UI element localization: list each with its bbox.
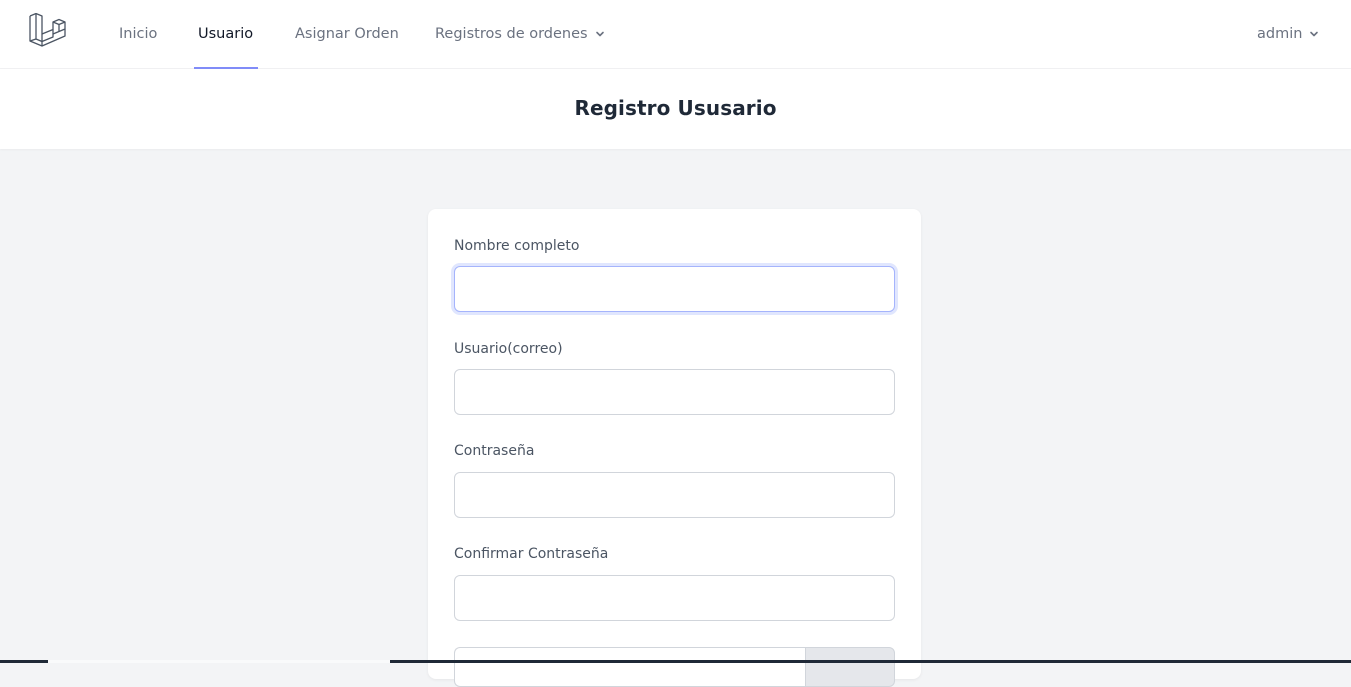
confirm-password-input[interactable] (454, 575, 895, 621)
partial-select-field[interactable] (454, 647, 805, 687)
register-form-card: Nombre completo Usuario(correo) Contrase… (428, 209, 921, 687)
nav-link-asignar-orden[interactable]: Asignar Orden (295, 0, 399, 69)
full-name-label: Nombre completo (454, 238, 580, 254)
confirm-password-label: Confirmar Contraseña (454, 546, 609, 562)
nav-dropdown-registros-label: Registros de ordenes (435, 26, 588, 42)
nav-link-inicio[interactable]: Inicio (119, 0, 157, 69)
nav-dropdown-registros[interactable]: Registros de ordenes (435, 0, 605, 69)
email-label: Usuario(correo) (454, 341, 563, 357)
email-input[interactable] (454, 369, 895, 415)
chevron-down-icon (1310, 31, 1319, 37)
nav-link-usuario[interactable]: Usuario (193, 0, 259, 69)
full-name-input[interactable] (454, 266, 895, 312)
page-title: Registro Ususario (574, 96, 777, 120)
partial-addon-button[interactable] (805, 647, 895, 687)
laravel-logo-icon[interactable] (29, 12, 70, 53)
page-header: Registro Ususario (0, 69, 1351, 149)
chevron-down-icon (595, 31, 604, 37)
password-input[interactable] (454, 472, 895, 518)
user-menu-label: admin (1257, 26, 1303, 42)
top-navbar: Inicio Usuario Asignar Orden Registros d… (0, 0, 1351, 69)
password-label: Contraseña (454, 443, 535, 459)
user-menu-dropdown[interactable]: admin (1257, 0, 1319, 69)
